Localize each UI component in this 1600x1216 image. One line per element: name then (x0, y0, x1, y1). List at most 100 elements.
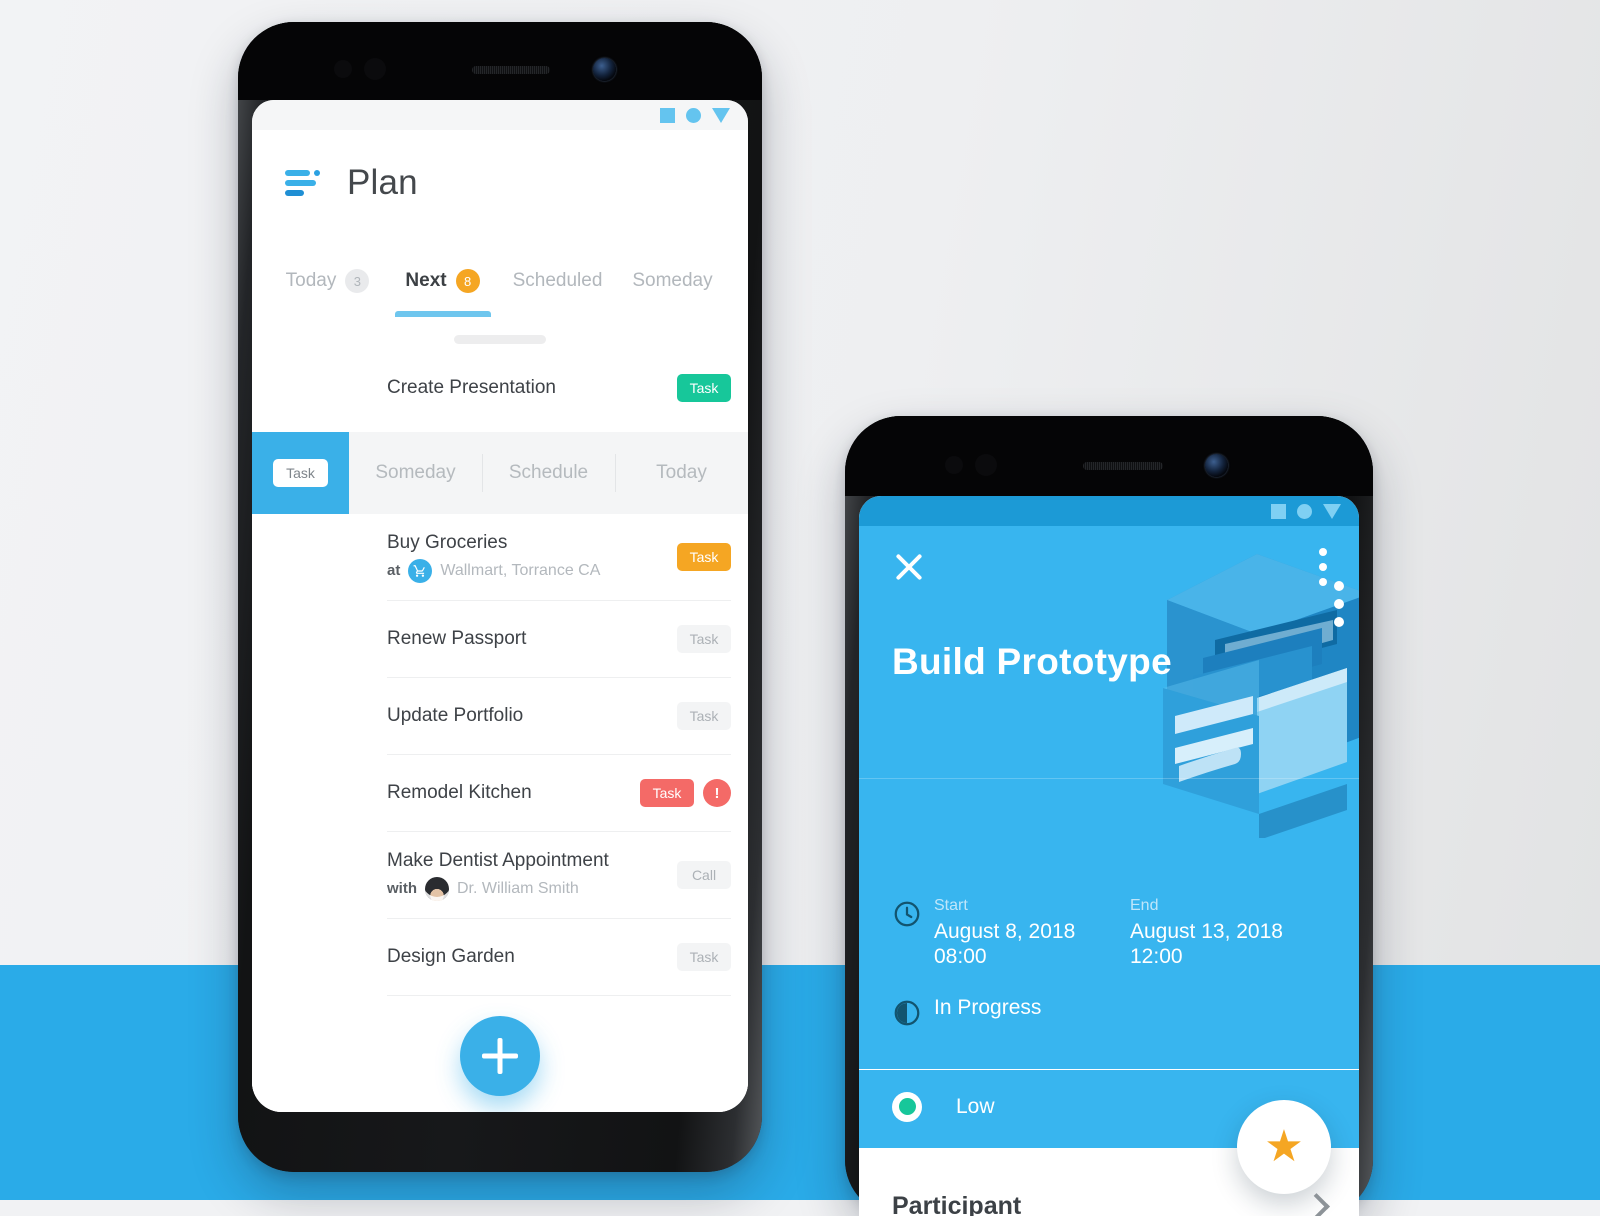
task-list: Create Presentation Task Task Someday Sc… (252, 335, 748, 1112)
tab-someday[interactable]: Someday (615, 235, 730, 317)
phone2-bezel (845, 416, 1373, 496)
task-title: Buy Groceries (387, 531, 508, 553)
add-task-button[interactable] (460, 1016, 540, 1096)
swipe-type-chip[interactable]: Task (252, 432, 349, 514)
table-row[interactable]: Create Presentation Task (252, 344, 748, 432)
tab-label: Someday (632, 270, 713, 291)
end-time: 12:00 (1130, 944, 1183, 968)
clock-icon (892, 899, 934, 934)
status-badge: Task (677, 943, 731, 971)
row-end: Task (677, 543, 731, 571)
end-label: End (1130, 897, 1159, 914)
task-sub-prefix: at (387, 562, 401, 579)
swipe-action-row[interactable]: Task Someday Schedule Today (252, 432, 748, 514)
phone1-bezel (238, 22, 762, 100)
front-camera-icon (593, 58, 616, 81)
front-camera-icon (1205, 454, 1228, 477)
square-icon (660, 107, 675, 123)
shopping-cart-icon (408, 558, 433, 583)
close-icon[interactable] (892, 550, 926, 584)
priority-value: Low (956, 1094, 995, 1118)
phone-device-detail: Build Prototype Start August 8, 2018 08:… (845, 416, 1373, 1216)
participant-panel: ★ Participant (859, 1099, 1359, 1216)
status-badge: Task (677, 374, 731, 402)
task-subtitle: with Dr. William Smith (387, 876, 609, 901)
tab-today[interactable]: Today 3 (270, 235, 385, 317)
phone-device-plan: Plan Today 3 Next 8 Scheduled Someday Cr… (238, 22, 762, 1172)
app-bar: Plan (252, 130, 748, 235)
table-row[interactable]: Make Dentist Appointment with Dr. Willia… (252, 832, 748, 918)
task-title: Remodel Kitchen (387, 782, 532, 803)
proximity-sensor-icon (334, 60, 352, 78)
tab-active-underline (394, 311, 491, 317)
table-row[interactable]: Remodel Kitchen Task ! (252, 755, 748, 831)
detail-hero: Build Prototype (859, 526, 1359, 871)
table-row[interactable]: Design Garden Task (252, 919, 748, 995)
swipe-option-today[interactable]: Today (615, 462, 748, 484)
status-badge: Task (677, 625, 731, 653)
status-badge: Task (640, 779, 694, 807)
status-row[interactable]: In Progress (859, 996, 1359, 1033)
start-label: Start (934, 897, 968, 914)
circle-icon (1297, 503, 1312, 519)
row-end: Task ! (640, 779, 731, 807)
task-title: Create Presentation (387, 377, 556, 398)
row-end: Task (677, 702, 731, 730)
schedule-row[interactable]: Start August 8, 2018 08:00 End August 13… (859, 897, 1359, 970)
task-sub-text: Wallmart, Torrance CA (440, 561, 601, 579)
tab-scheduled[interactable]: Scheduled (500, 235, 615, 317)
avatar-icon (425, 876, 449, 901)
status-value: In Progress (934, 995, 1042, 1019)
swipe-option-someday[interactable]: Someday (349, 462, 482, 484)
earpiece-speaker (472, 66, 550, 74)
detail-meta: Start August 8, 2018 08:00 End August 13… (859, 871, 1359, 1069)
chevron-right-icon[interactable] (1303, 1192, 1330, 1216)
end-date: August 13, 2018 (1130, 920, 1283, 943)
participant-title: Participant (892, 1191, 1022, 1216)
row-end: Task (677, 374, 731, 402)
tab-badge: 8 (455, 269, 480, 293)
swipe-option-schedule[interactable]: Schedule (482, 462, 615, 484)
earpiece-speaker (1083, 462, 1163, 470)
swipe-chip-label: Task (273, 459, 328, 487)
participant-header[interactable]: Participant (859, 1192, 1359, 1216)
detail-title: Build Prototype (892, 641, 1172, 682)
circle-icon (686, 107, 701, 123)
table-row[interactable]: Renew Passport Task (252, 601, 748, 677)
row-end: Task (677, 625, 731, 653)
start-time: 08:00 (934, 944, 987, 968)
alert-icon: ! (703, 779, 731, 807)
status-bar (252, 100, 748, 130)
square-icon (1271, 503, 1286, 519)
task-title: Renew Passport (387, 628, 527, 649)
task-subtitle: at Wallmart, Torrance CA (387, 558, 601, 583)
status-column: In Progress (934, 996, 1326, 1021)
favorite-button[interactable]: ★ (1237, 1099, 1331, 1194)
tab-label: Next (405, 270, 447, 291)
phone2-screen: Build Prototype Start August 8, 2018 08:… (859, 496, 1359, 1216)
sheet-drag-handle[interactable] (454, 335, 546, 344)
divider (859, 778, 1359, 779)
table-row[interactable]: Update Portfolio Task (252, 678, 748, 754)
task-sub-text: Dr. William Smith (457, 879, 579, 897)
tab-label: Today (285, 270, 337, 291)
fab-area (252, 996, 748, 1112)
tab-bar: Today 3 Next 8 Scheduled Someday (252, 235, 748, 317)
star-icon: ★ (1264, 1121, 1304, 1171)
status-badge: Call (677, 861, 731, 889)
swipe-options: Someday Schedule Today (349, 432, 748, 514)
table-row[interactable]: Buy Groceries at Wallmart, Torrance CA T… (252, 514, 748, 600)
iris-sensor-icon (364, 58, 386, 80)
kebab-menu-icon[interactable] (1319, 548, 1327, 593)
menu-icon[interactable] (285, 168, 320, 198)
tab-label: Scheduled (512, 270, 603, 291)
tab-badge: 3 (345, 269, 370, 293)
task-sub-prefix: with (387, 880, 417, 897)
row-end: Task (677, 943, 731, 971)
tab-next[interactable]: Next 8 (385, 235, 500, 317)
status-badge: Task (677, 702, 731, 730)
row-end: Call (677, 861, 731, 889)
start-column: Start August 8, 2018 08:00 (934, 897, 1130, 970)
priority-dot-icon (892, 1091, 922, 1122)
status-bar (859, 496, 1359, 526)
